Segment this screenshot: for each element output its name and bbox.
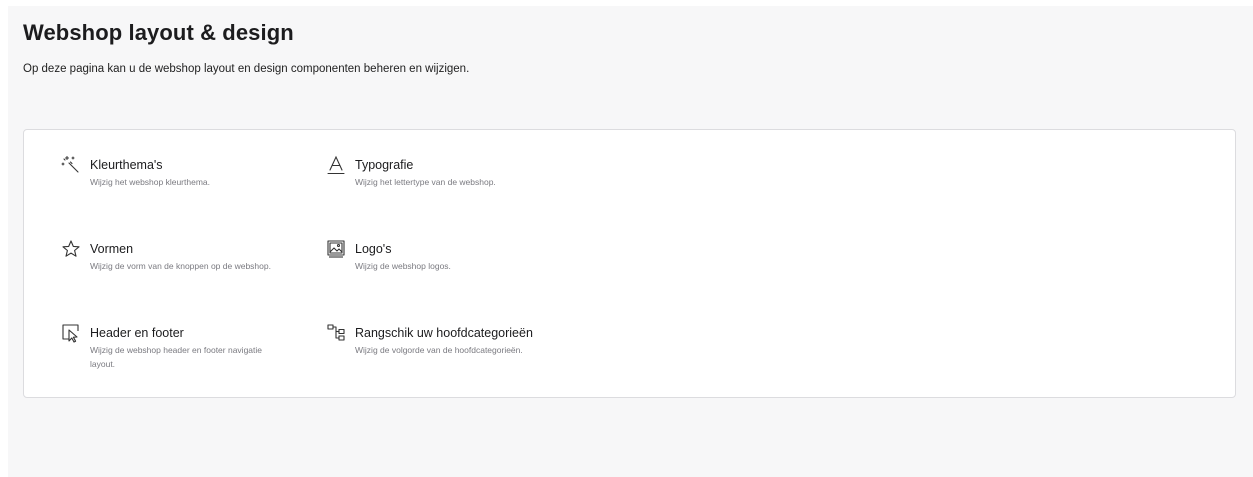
page-title: Webshop layout & design bbox=[23, 20, 294, 45]
image-icon bbox=[326, 239, 346, 259]
hierarchy-icon bbox=[326, 323, 346, 343]
typography-icon bbox=[326, 155, 346, 175]
settings-item-description: Wijzig het lettertype van de webshop. bbox=[355, 177, 496, 187]
settings-item-description: Wijzig de volgorde van de hoofdcategorie… bbox=[355, 345, 523, 355]
magic-wand-icon bbox=[61, 155, 81, 175]
settings-item-description: Wijzig de webshop header en footer navig… bbox=[90, 345, 262, 369]
settings-item-label: Kleurthema's bbox=[90, 158, 163, 172]
settings-item-label: Logo's bbox=[355, 242, 392, 256]
settings-item-description: Wijzig het webshop kleurthema. bbox=[90, 177, 211, 187]
page-background: Webshop layout & design Op deze pagina k… bbox=[8, 6, 1253, 477]
settings-item-label: Header en footer bbox=[90, 326, 184, 340]
page-subtitle: Op deze pagina kan u de webshop layout e… bbox=[23, 63, 470, 75]
settings-item-description: Wijzig de webshop logos. bbox=[355, 261, 451, 271]
settings-card: Kleurthema's Wijzig het webshop kleurthe… bbox=[23, 129, 1236, 398]
settings-item-label: Typografie bbox=[355, 158, 414, 172]
star-icon bbox=[61, 239, 81, 259]
settings-item-label: Vormen bbox=[90, 242, 134, 256]
layout-cursor-icon bbox=[61, 323, 81, 343]
settings-item-description: Wijzig de vorm van de knoppen op de webs… bbox=[90, 261, 271, 271]
settings-item-label: Rangschik uw hoofdcategorieën bbox=[355, 326, 533, 340]
